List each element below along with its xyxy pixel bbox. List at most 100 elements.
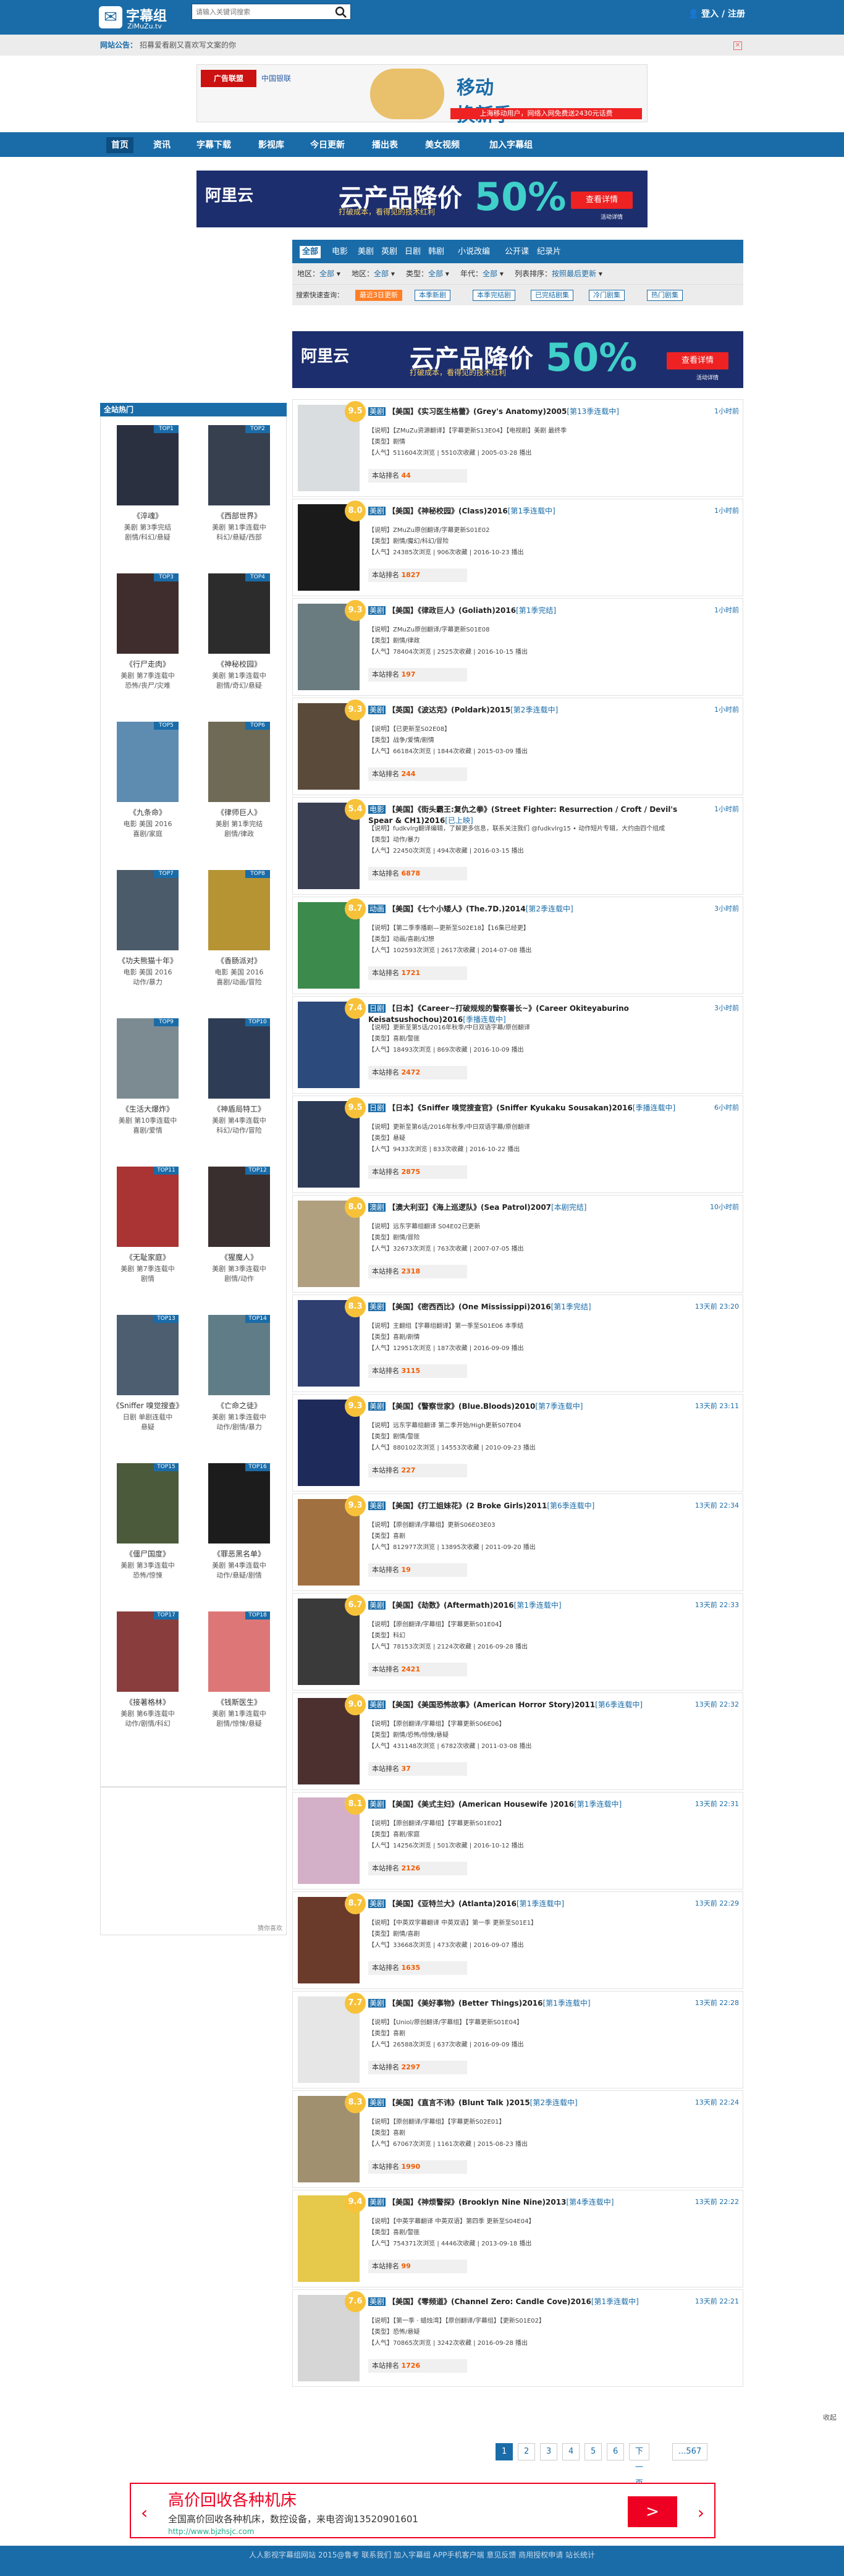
top-banner-ad[interactable]: 广告联盟 中国银联 移动 换新季 上海移动用户，网络入网免费送2430元话费 xyxy=(196,64,648,126)
sidebar-item-title[interactable]: 《僵尸国度》 xyxy=(101,1548,195,1559)
sidebar-hot-item[interactable]: TOP6 《律师巨人》 美剧 第1季完结 剧情/律政 xyxy=(192,717,279,863)
preset-hot[interactable]: 热门剧集 xyxy=(647,290,683,301)
list-item[interactable]: 8.7 美剧 【美国】《亚特兰大》(Atlanta)2016[第1季连载中] 13天前… xyxy=(292,1891,743,1989)
resource-title[interactable]: 美剧 【美国】《神烦警探》(Brooklyn Nine Nine)2013[第4季… xyxy=(368,2197,702,2208)
sidebar-item-title[interactable]: 《接著格林》 xyxy=(101,1697,195,1707)
resource-title[interactable]: 美剧 【美国】《直言不讳》(Blunt Talk )2015[第2季连载中] xyxy=(368,2097,702,2108)
close-icon[interactable]: ✕ xyxy=(733,41,742,50)
sidebar-item-title[interactable]: 《神盾局特工》 xyxy=(192,1104,286,1114)
nav-home[interactable]: 首页 xyxy=(106,137,133,153)
sidebar-poster[interactable]: TOP17 xyxy=(117,1611,179,1692)
chevron-right-icon[interactable]: › xyxy=(698,2502,704,2523)
sidebar-poster[interactable]: TOP16 xyxy=(208,1463,270,1543)
sidebar-hot-item[interactable]: TOP17 《接著格林》 美剧 第6季连载中 动作/剧情/科幻 xyxy=(101,1607,187,1752)
collapse-link[interactable]: 收起 xyxy=(823,2412,837,2422)
bottom-ad-button[interactable]: > xyxy=(628,2496,677,2527)
list-item[interactable]: 9.3 美剧 【美国】《律政巨人》(Goliath)2016[第1季完结] 1小时前【… xyxy=(292,598,743,696)
sidebar-poster[interactable]: TOP15 xyxy=(117,1463,179,1543)
resource-title[interactable]: 美剧 【美国】《警察世家》(Blue.Bloods)2010[第7季连载中] xyxy=(368,1401,702,1412)
login-link[interactable]: 👤 登入 / 注册 xyxy=(686,7,745,20)
list-item[interactable]: 7.4 日剧 【日本】《Career~打破规规的警察署长~》(Career Okit… xyxy=(292,996,743,1094)
sidebar-hot-item[interactable]: TOP3 《行尸走肉》 美剧 第7季连载中 恐怖/丧尸/灾难 xyxy=(101,568,187,714)
sidebar-item-title[interactable]: 《淬魂》 xyxy=(101,510,195,521)
sidebar-poster[interactable]: TOP12 xyxy=(208,1167,270,1247)
sidebar-hot-item[interactable]: TOP1 《淬魂》 美剧 第3季完结 剧情/科幻/悬疑 xyxy=(101,420,187,566)
filter-region-2[interactable]: 地区：全部 ▾ xyxy=(352,263,395,284)
tab-uk[interactable]: 英剧 xyxy=(379,246,400,258)
preset-cold[interactable]: 冷门剧集 xyxy=(589,290,625,301)
sidebar-poster[interactable]: TOP4 xyxy=(208,573,270,654)
resource-title[interactable]: 美剧 【美国】《亚特兰大》(Atlanta)2016[第1季连载中] xyxy=(368,1898,702,1909)
sidebar-hot-item[interactable]: TOP7 《功夫熊猫十年》 电影 美国 2016 动作/暴力 xyxy=(101,865,187,1011)
bottom-banner-ad[interactable]: ‹ 高价回收各种机床 全国高价回收各种机床，数控设备，来电咨询135209016… xyxy=(130,2483,715,2538)
resource-title[interactable]: 日剧 【日本】《Sniffer 嗅觉搜查官》(Sniffer Kyukaku So… xyxy=(368,1102,702,1113)
sidebar-hot-item[interactable]: TOP18 《钱斯医生》 美剧 第1季连载中 剧情/惊悚/悬疑 xyxy=(192,1607,279,1752)
preset-finished[interactable]: 已完结剧集 xyxy=(531,290,573,301)
sidebar-hot-item[interactable]: TOP16 《罪恶黑名单》 美剧 第4季连载中 动作/悬疑/剧情 xyxy=(192,1458,279,1604)
resource-title[interactable]: 美剧 【美国】《劫数》(Aftermath)2016[第1季连载中] xyxy=(368,1600,702,1611)
sidebar-hot-item[interactable]: TOP12 《猩魔人》 美剧 第3季连载中 剧情/动作 xyxy=(192,1162,279,1307)
resource-title[interactable]: 美剧 【英国】《波达克》(Poldark)2015[第2季连载中] xyxy=(368,704,702,716)
list-item[interactable]: 9.0 美剧 【美国】《美国恐怖故事》(American Horror Story)… xyxy=(292,1692,743,1790)
sidebar-item-title[interactable]: 《Sniffer 嗅觉搜查》 xyxy=(101,1400,195,1411)
sidebar-poster[interactable]: TOP6 xyxy=(208,722,270,802)
notice-text[interactable]: 招募爱看剧又喜欢写文案的你 xyxy=(140,35,236,56)
list-item[interactable]: 8.7 动画 【美国】《七个小矮人》(The.7D.)2014[第2季连载中] 3小时… xyxy=(292,897,743,994)
nav-subtitles[interactable]: 字幕下载 xyxy=(192,137,236,153)
aliyun-ad-top[interactable]: 阿里云 云产品降价 打破成本，看得见的技术红利 50% 查看详情 活动详情 xyxy=(196,171,648,227)
resource-title[interactable]: 美剧 【美国】《打工姐妹花》(2 Broke Girls)2011[第6季连载中] xyxy=(368,1500,702,1511)
filter-sort[interactable]: 列表排序：按照最后更新 ▾ xyxy=(515,263,602,284)
page-2[interactable]: 2 xyxy=(518,2443,536,2460)
resource-title[interactable]: 美剧 【美国】《实习医生格蕾》(Grey's Anatomy)2005[第13季连… xyxy=(368,406,702,417)
sidebar-hot-item[interactable]: TOP15 《僵尸国度》 美剧 第3季连载中 恐怖/惊悚 xyxy=(101,1458,187,1604)
list-item[interactable]: 5.4 电影 【美国】《街头霸王:复仇之拳》(Street Fighter: Res… xyxy=(292,797,743,895)
resource-title[interactable]: 美剧 【美国】《美好事物》(Better Things)2016[第1季连载中] xyxy=(368,1998,702,2009)
sidebar-item-title[interactable]: 《亡命之徒》 xyxy=(192,1400,286,1411)
aliyun-ad-list[interactable]: 阿里云 云产品降价 打破成本，看得见的技术红利 50% 查看详情 活动详情 xyxy=(292,331,743,388)
filter-region-1[interactable]: 地区：全部 ▾ xyxy=(297,263,340,284)
resource-title[interactable]: 动画 【美国】《七个小矮人》(The.7D.)2014[第2季连载中] xyxy=(368,903,702,914)
list-item[interactable]: 8.0 美剧 【美国】《神秘校园》(Class)2016[第1季连载中] 1小时前 【说… xyxy=(292,499,743,596)
sidebar-hot-item[interactable]: TOP10 《神盾局特工》 美剧 第4季连载中 科幻/动作/冒险 xyxy=(192,1013,279,1159)
ali-detail-button-2[interactable]: 查看详情 xyxy=(667,352,728,370)
search-icon[interactable] xyxy=(333,5,349,19)
ali-detail-button[interactable]: 查看详情 xyxy=(571,192,633,209)
search-input[interactable] xyxy=(192,4,328,19)
page-6[interactable]: 6 xyxy=(607,2443,625,2460)
resource-title[interactable]: 美剧 【美国】《零频道》(Channel Zero: Candle Cove)20… xyxy=(368,2296,702,2307)
sidebar-poster[interactable]: TOP11 xyxy=(117,1167,179,1247)
site-logo[interactable]: ✉ 字幕组 ZiMuZu.tv xyxy=(99,4,173,31)
tab-all[interactable]: 全部 xyxy=(300,246,321,258)
resource-title[interactable]: 电影 【美国】《街头霸王:复仇之拳》(Street Fighter: Resurr… xyxy=(368,804,702,826)
sidebar-hot-item[interactable]: TOP13 《Sniffer 嗅觉搜查》 日剧 单剧连载中 悬疑 xyxy=(101,1310,187,1456)
sidebar-item-title[interactable]: 《生活大爆炸》 xyxy=(101,1104,195,1114)
page-4[interactable]: 4 xyxy=(562,2443,580,2460)
sidebar-poster[interactable]: TOP7 xyxy=(117,870,179,950)
tab-kr[interactable]: 韩剧 xyxy=(426,246,447,258)
list-item[interactable]: 6.7 美剧 【美国】《劫数》(Aftermath)2016[第1季连载中] 13天前… xyxy=(292,1593,743,1691)
page-5[interactable]: 5 xyxy=(584,2443,602,2460)
nav-news[interactable]: 资讯 xyxy=(148,137,175,153)
resource-title[interactable]: 美剧 【美国】《神秘校园》(Class)2016[第1季连载中] xyxy=(368,505,702,517)
next-page-button[interactable]: 下一页 xyxy=(629,2443,650,2488)
preset-season-finished[interactable]: 本季完结剧 xyxy=(473,290,515,301)
sidebar-hot-item[interactable]: TOP2 《西部世界》 美剧 第1季连载中 科幻/悬疑/西部 xyxy=(192,420,279,566)
list-item[interactable]: 9.5 美剧 【美国】《实习医生格蕾》(Grey's Anatomy)2005[第1… xyxy=(292,399,743,497)
resource-title[interactable]: 澳剧 【澳大利亚】《海上巡逻队》(Sea Patrol)2007[本剧完结] xyxy=(368,1202,702,1213)
nav-join[interactable]: 加入字幕组 xyxy=(484,137,538,153)
sidebar-item-title[interactable]: 《神秘校园》 xyxy=(192,659,286,669)
filter-year[interactable]: 年代：全部 ▾ xyxy=(460,263,504,284)
sidebar-item-title[interactable]: 《钱斯医生》 xyxy=(192,1697,286,1707)
preset-recent[interactable]: 最近3日更新 xyxy=(355,290,402,301)
list-item[interactable]: 9.3 美剧 【美国】《警察世家》(Blue.Bloods)2010[第7季连载中]… xyxy=(292,1394,743,1492)
sidebar-hot-item[interactable]: TOP9 《生活大爆炸》 美剧 第10季连载中 喜剧/爱情 xyxy=(101,1013,187,1159)
sidebar-poster[interactable]: TOP14 xyxy=(208,1315,270,1395)
nav-today[interactable]: 今日更新 xyxy=(305,137,350,153)
sidebar-poster[interactable]: TOP8 xyxy=(208,870,270,950)
sidebar-poster[interactable]: TOP1 xyxy=(117,425,179,505)
sidebar-item-title[interactable]: 《律师巨人》 xyxy=(192,807,286,817)
sidebar-poster[interactable]: TOP9 xyxy=(117,1018,179,1099)
sidebar-hot-item[interactable]: TOP11 《无耻家庭》 美剧 第7季连载中 剧情 xyxy=(101,1162,187,1307)
nav-schedule[interactable]: 播出表 xyxy=(367,137,403,153)
resource-title[interactable]: 美剧 【美国】《美式主妇》(American Housewife )2016[第1… xyxy=(368,1799,702,1810)
